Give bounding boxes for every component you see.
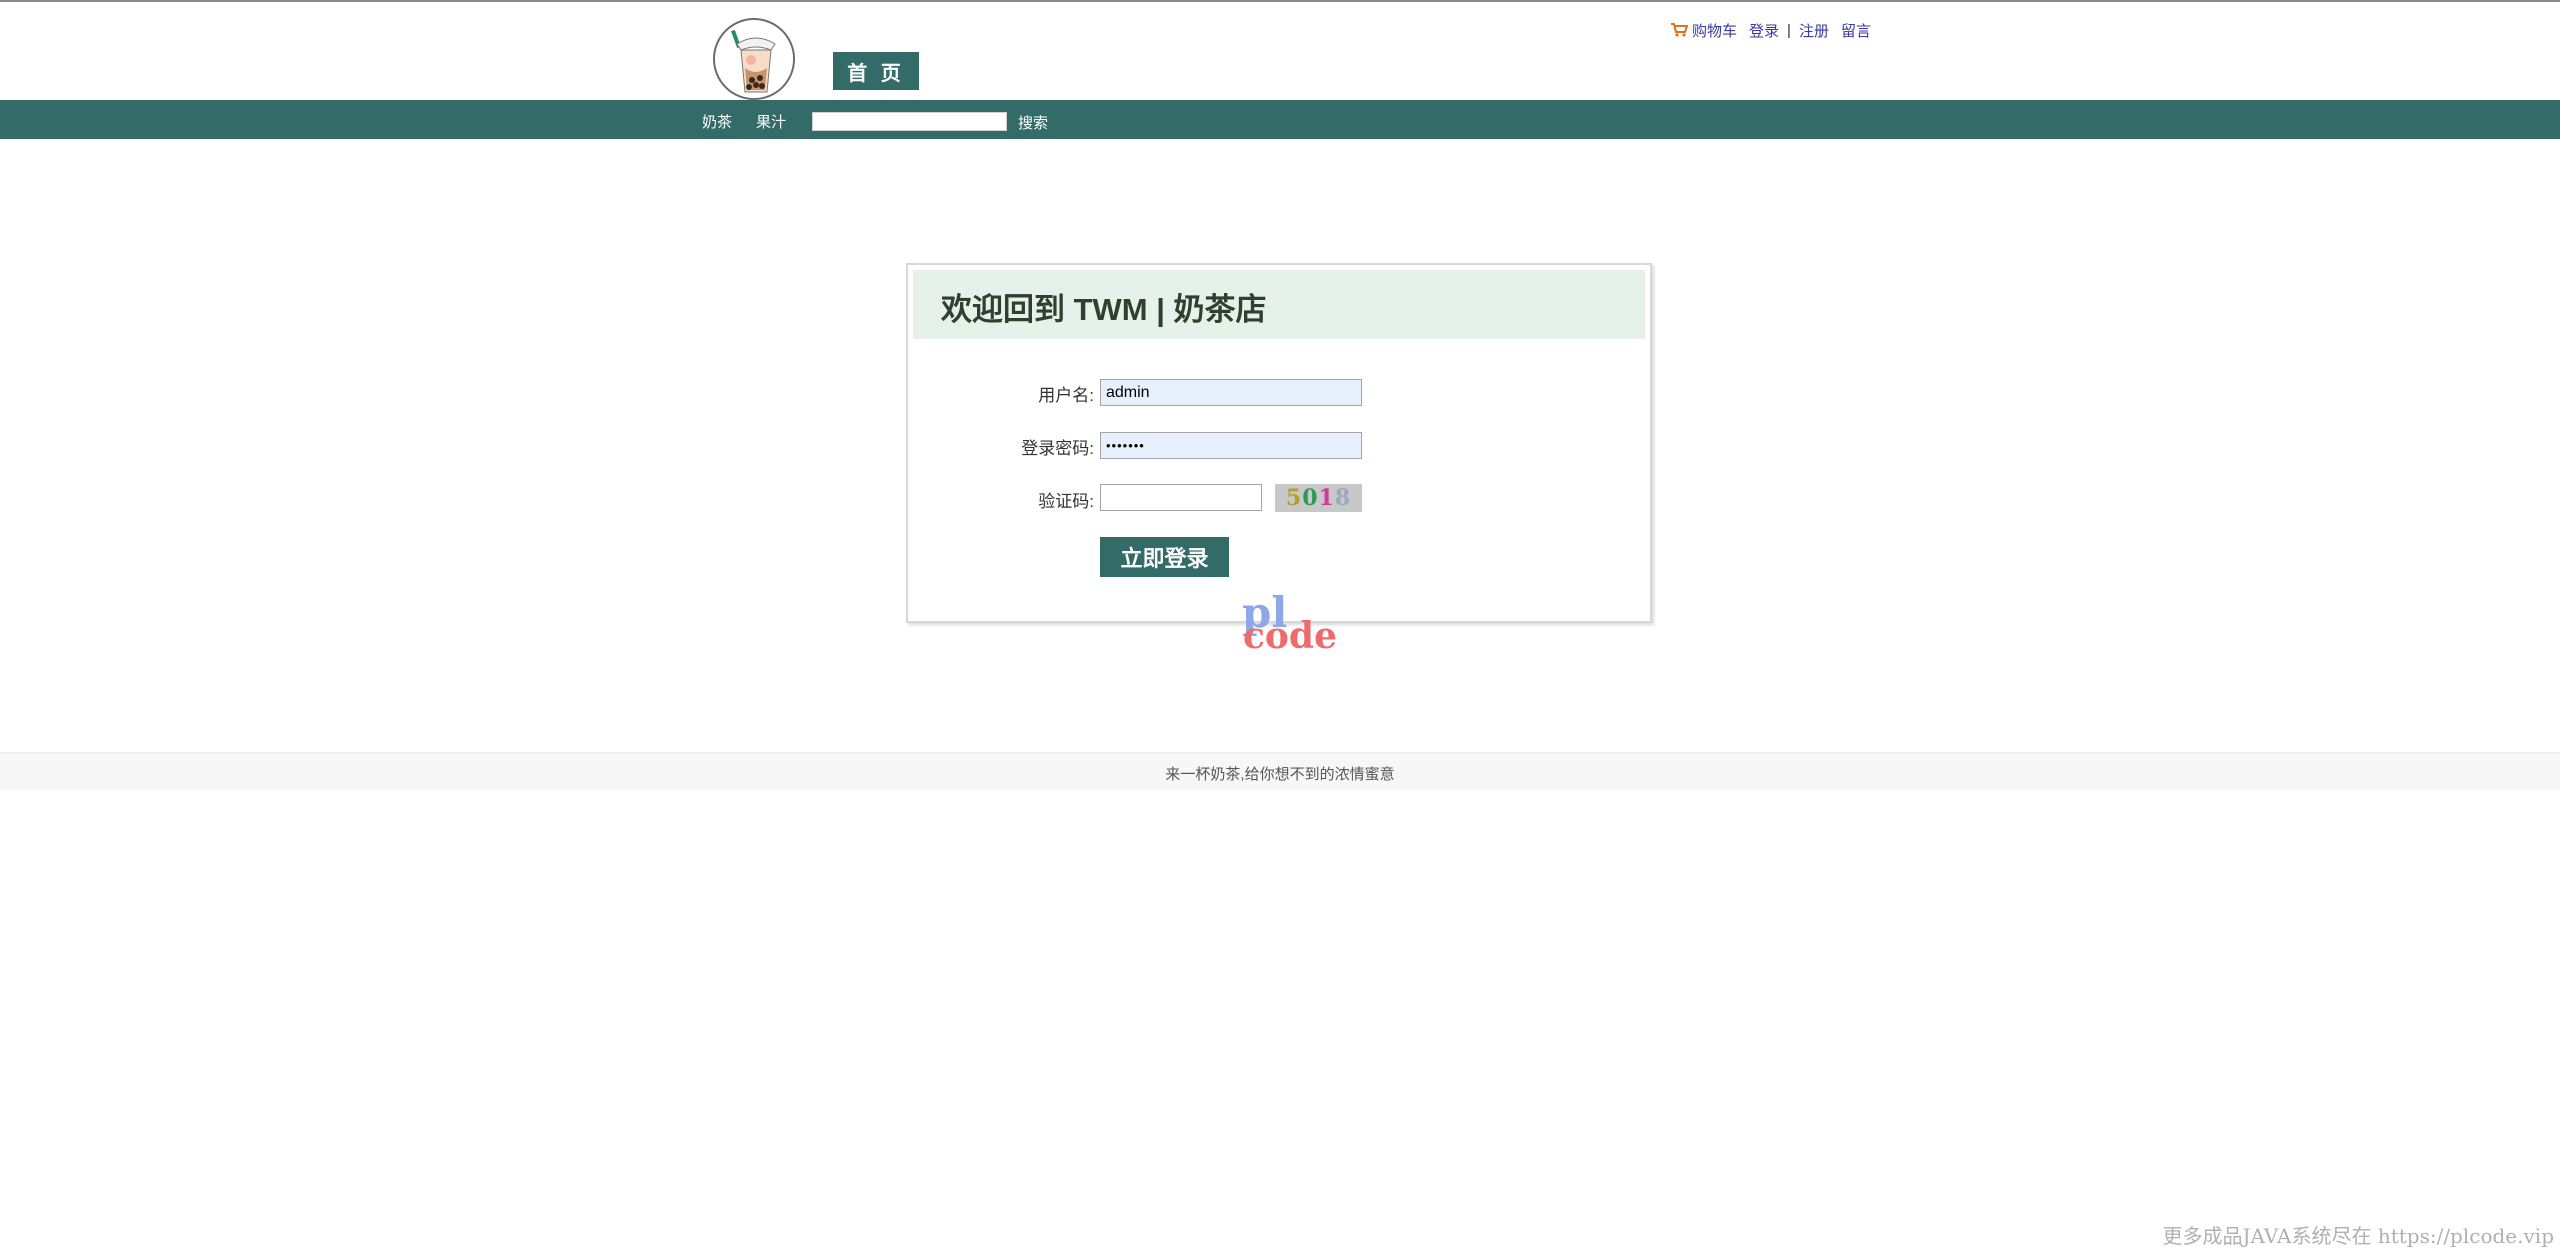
search-button[interactable]: 搜索 bbox=[1018, 112, 1048, 133]
bottom-watermark-text: 更多成品JAVA系统尽在 https://plcode.vip bbox=[2162, 1224, 2554, 1248]
tab-home[interactable]: 首 页 bbox=[833, 52, 919, 90]
milk-tea-cup-icon bbox=[718, 23, 793, 98]
password-field[interactable] bbox=[1100, 432, 1362, 459]
register-link[interactable]: 注册 bbox=[1799, 20, 1829, 41]
username-label: 用户名: bbox=[1038, 386, 1094, 405]
milk-tea-logo[interactable] bbox=[713, 18, 795, 100]
message-link[interactable]: 留言 bbox=[1841, 20, 1871, 41]
captcha-image[interactable]: 5 0 1 8 bbox=[1275, 484, 1362, 512]
watermark-code: code bbox=[1243, 615, 1338, 657]
category-nav-bar: 奶茶 果汁 搜索 bbox=[0, 100, 2560, 139]
shopping-cart-icon bbox=[1671, 23, 1688, 37]
login-link[interactable]: 登录 bbox=[1749, 20, 1779, 41]
captcha-digit: 0 bbox=[1302, 485, 1319, 511]
captcha-digit: 5 bbox=[1285, 485, 1303, 511]
login-panel: 欢迎回到 TWM | 奶茶店 用户名: 登录密码: 验证码: 5 0 1 8 立… bbox=[906, 263, 1652, 623]
captcha-label: 验证码: bbox=[1038, 492, 1094, 511]
footer-slogan: 来一杯奶茶,给你想不到的浓情蜜意 bbox=[1165, 766, 1395, 783]
nav-item-juice[interactable]: 果汁 bbox=[756, 111, 786, 132]
username-field[interactable] bbox=[1100, 379, 1362, 406]
link-separator: | bbox=[1787, 21, 1791, 39]
top-links: 购物车 登录 | 注册 留言 bbox=[1670, 19, 1871, 41]
login-header: 欢迎回到 TWM | 奶茶店 bbox=[913, 270, 1645, 339]
captcha-digit: 1 bbox=[1318, 485, 1335, 511]
captcha-digit: 8 bbox=[1334, 485, 1352, 511]
login-submit-button[interactable]: 立即登录 bbox=[1100, 537, 1229, 577]
password-label: 登录密码: bbox=[1021, 439, 1094, 458]
plcode-watermark-logo: pl code bbox=[1240, 592, 1340, 662]
cart-link[interactable]: 购物车 bbox=[1692, 20, 1737, 41]
login-title: 欢迎回到 TWM | 奶茶店 bbox=[941, 292, 1267, 327]
search-input[interactable] bbox=[812, 112, 1007, 131]
captcha-field[interactable] bbox=[1100, 484, 1262, 511]
header: 首 页 购物车 登录 | 注册 留言 bbox=[0, 2, 2560, 100]
nav-item-milk-tea[interactable]: 奶茶 bbox=[702, 111, 732, 132]
footer: 来一杯奶茶,给你想不到的浓情蜜意 bbox=[0, 752, 2560, 790]
